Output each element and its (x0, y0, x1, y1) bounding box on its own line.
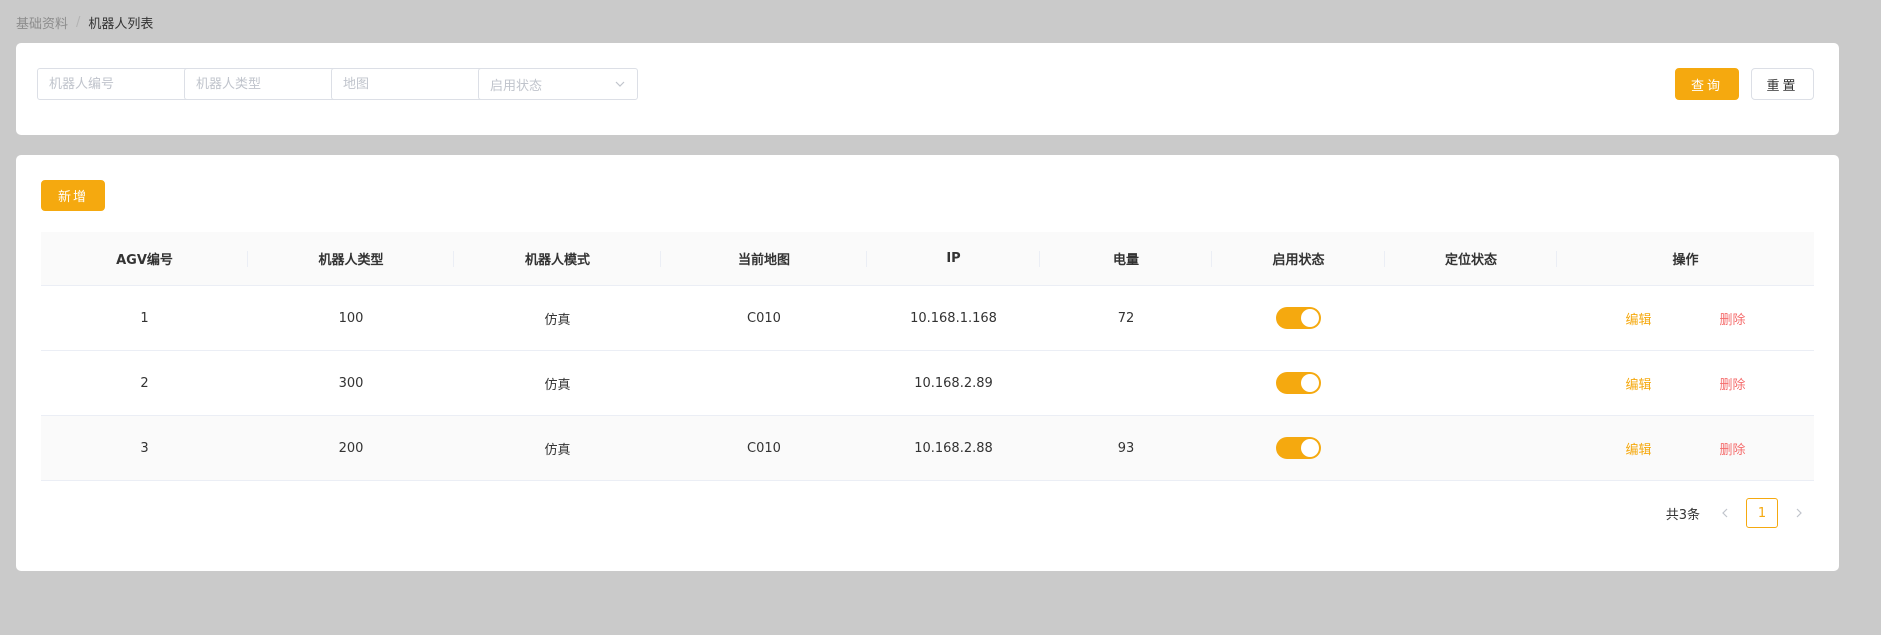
breadcrumb: 基础资料 / 机器人列表 (16, 13, 153, 32)
status-select[interactable]: 启用状态 (478, 68, 638, 100)
query-button[interactable]: 查询 (1675, 68, 1739, 100)
cell-ip: 10.168.2.89 (914, 375, 993, 391)
cell-robot-mode: 仿真 (544, 312, 571, 328)
map-input[interactable] (331, 68, 491, 100)
robot-type-input[interactable] (184, 68, 344, 100)
table-row: 3 200 仿真 C010 10.168.2.88 93 编辑 删除 (41, 416, 1814, 481)
header-agv-no: AGV编号 (41, 232, 248, 285)
edit-link[interactable]: 编辑 (1592, 374, 1686, 393)
cell-robot-type: 300 (338, 375, 364, 391)
cell-ip: 10.168.2.88 (914, 440, 993, 456)
header-current-map: 当前地图 (661, 232, 867, 285)
enabled-toggle[interactable] (1276, 437, 1321, 459)
cell-agv-no: 2 (140, 375, 149, 391)
cell-robot-mode: 仿真 (544, 442, 571, 458)
edit-link[interactable]: 编辑 (1592, 439, 1686, 458)
pagination-total: 共3条 (1665, 507, 1700, 523)
header-robot-type: 机器人类型 (248, 232, 454, 285)
header-robot-mode: 机器人模式 (454, 232, 661, 285)
toggle-knob (1301, 309, 1319, 327)
next-page-button[interactable] (1784, 498, 1814, 528)
toggle-knob (1301, 439, 1319, 457)
chevron-right-icon (1796, 508, 1802, 518)
add-button[interactable]: 新增 (41, 180, 105, 211)
cell-enabled-status (1212, 286, 1385, 350)
cell-location-status (1385, 286, 1557, 350)
page-number[interactable]: 1 (1746, 498, 1778, 528)
breadcrumb-parent[interactable]: 基础资料 (16, 13, 68, 32)
table-row: 1 100 仿真 C010 10.168.1.168 72 编辑 删除 (41, 286, 1814, 351)
cell-current-map: C010 (747, 440, 781, 456)
breadcrumb-current: 机器人列表 (88, 17, 154, 32)
breadcrumb-separator: / (76, 15, 81, 30)
cell-enabled-status (1212, 351, 1385, 415)
delete-link[interactable]: 删除 (1686, 439, 1780, 458)
header-battery: 电量 (1040, 232, 1212, 285)
prev-page-button[interactable] (1710, 498, 1740, 528)
header-actions: 操作 (1672, 253, 1699, 268)
robot-table: AGV编号 机器人类型 机器人模式 当前地图 IP 电量 启用状态 定位状态 操… (41, 232, 1814, 481)
filter-panel: 启用状态 查询 重置 (16, 43, 1839, 135)
cell-current-map: C010 (747, 310, 781, 326)
status-select-placeholder: 启用状态 (490, 78, 543, 94)
toggle-knob (1301, 374, 1319, 392)
table-header: AGV编号 机器人类型 机器人模式 当前地图 IP 电量 启用状态 定位状态 操… (41, 232, 1814, 286)
header-enabled-status: 启用状态 (1212, 232, 1385, 285)
header-location-status: 定位状态 (1385, 232, 1557, 285)
reset-button[interactable]: 重置 (1751, 68, 1814, 100)
cell-actions: 编辑 删除 (1557, 351, 1814, 415)
cell-battery: 93 (1117, 440, 1135, 456)
cell-location-status (1385, 416, 1557, 480)
table-panel: 新增 AGV编号 机器人类型 机器人模式 当前地图 IP 电量 启用状态 定位状… (16, 155, 1839, 571)
cell-location-status (1385, 351, 1557, 415)
cell-battery: 72 (1117, 310, 1135, 326)
enabled-toggle[interactable] (1276, 372, 1321, 394)
pagination: 共3条 1 (1666, 498, 1814, 528)
edit-link[interactable]: 编辑 (1592, 309, 1686, 328)
table-row: 2 300 仿真 10.168.2.89 编辑 删除 (41, 351, 1814, 416)
cell-robot-mode: 仿真 (544, 377, 571, 393)
cell-actions: 编辑 删除 (1557, 286, 1814, 350)
cell-enabled-status (1212, 416, 1385, 480)
chevron-left-icon (1722, 508, 1728, 518)
delete-link[interactable]: 删除 (1686, 374, 1780, 393)
delete-link[interactable]: 删除 (1686, 309, 1780, 328)
cell-ip: 10.168.1.168 (910, 310, 997, 326)
chevron-down-icon (615, 81, 625, 87)
cell-current-map (661, 351, 867, 415)
enabled-toggle[interactable] (1276, 307, 1321, 329)
cell-agv-no: 1 (140, 310, 149, 326)
robot-no-input[interactable] (37, 68, 197, 100)
cell-robot-type: 200 (338, 440, 364, 456)
cell-actions: 编辑 删除 (1557, 416, 1814, 480)
cell-agv-no: 3 (140, 440, 149, 456)
cell-robot-type: 100 (338, 310, 364, 326)
header-ip: IP (867, 232, 1040, 285)
cell-battery (1040, 351, 1212, 415)
